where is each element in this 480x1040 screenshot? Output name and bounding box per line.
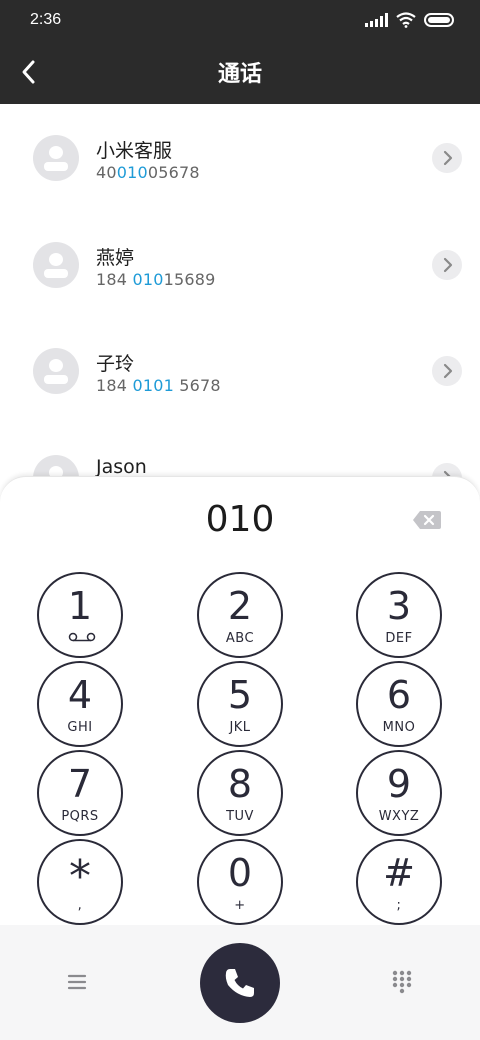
contact-row[interactable]: 燕婷 184 01015689 xyxy=(0,211,480,317)
dial-key-6[interactable]: 6 MNO xyxy=(356,661,442,747)
contact-number: 184 0101 5678 xyxy=(96,376,221,395)
avatar-icon xyxy=(33,135,79,181)
bottom-bar xyxy=(0,925,480,1040)
chevron-right-icon[interactable] xyxy=(432,250,462,280)
call-button[interactable] xyxy=(200,943,280,1023)
dial-key-hash[interactable]: # ; xyxy=(356,839,442,925)
page-title: 通话 xyxy=(217,62,262,87)
wifi-icon xyxy=(396,12,416,28)
avatar-icon xyxy=(33,348,79,394)
signal-icon xyxy=(365,13,388,27)
title-bar: 通话 xyxy=(0,40,480,104)
dial-key-7[interactable]: 7 PQRS xyxy=(37,750,123,836)
chevron-right-icon[interactable] xyxy=(432,143,462,173)
dial-key-1[interactable]: 1 xyxy=(37,572,123,658)
menu-icon[interactable] xyxy=(64,971,90,993)
dialpad-icon[interactable] xyxy=(390,969,414,995)
contact-number: 4001005678 xyxy=(96,163,200,182)
status-bar: 2:36 xyxy=(0,0,480,40)
contact-row[interactable]: 小米客服 4001005678 xyxy=(0,104,480,210)
status-icons xyxy=(365,12,454,28)
dialed-number: 010 xyxy=(205,499,275,540)
dial-key-4[interactable]: 4 GHI xyxy=(37,661,123,747)
dial-key-3[interactable]: 3 DEF xyxy=(356,572,442,658)
voicemail-icon xyxy=(68,632,96,642)
dial-key-9[interactable]: 9 WXYZ xyxy=(356,750,442,836)
avatar-icon xyxy=(33,242,79,288)
contact-row[interactable]: 子玲 184 0101 5678 xyxy=(0,317,480,423)
contact-name: 燕婷 xyxy=(96,247,135,269)
dial-key-0[interactable]: 0 + xyxy=(197,839,283,925)
dial-key-2[interactable]: 2 ABC xyxy=(197,572,283,658)
contact-name: 子玲 xyxy=(96,353,135,375)
phone-icon xyxy=(225,969,254,997)
battery-icon xyxy=(424,13,454,27)
contact-number: 184 01015689 xyxy=(96,270,216,289)
dial-key-8[interactable]: 8 TUV xyxy=(197,750,283,836)
backspace-icon[interactable] xyxy=(412,509,442,531)
contact-name: 小米客服 xyxy=(96,140,173,162)
dial-key-star[interactable]: * , xyxy=(37,839,123,925)
status-time: 2:36 xyxy=(30,11,62,28)
dial-key-5[interactable]: 5 JKL xyxy=(197,661,283,747)
chevron-right-icon[interactable] xyxy=(432,356,462,386)
contact-name: Jason xyxy=(96,456,147,478)
